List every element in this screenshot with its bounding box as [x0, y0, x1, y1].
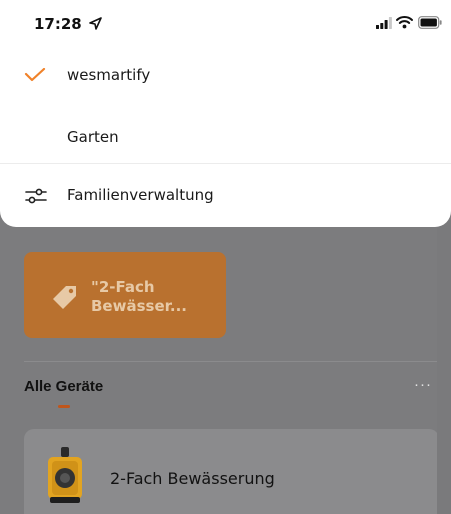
background-edge — [437, 220, 451, 514]
scene-label: "2-Fach Bewässer... — [91, 278, 187, 315]
tab-indicator — [58, 405, 70, 408]
home-switcher-sheet: 17:28 wesmartify Garten Familienverwaltu… — [0, 0, 451, 227]
more-icon[interactable]: ··· — [414, 376, 432, 393]
scene-card[interactable]: "2-Fach Bewässer... — [24, 252, 226, 338]
device-thumbnail — [48, 447, 82, 503]
location-arrow-icon — [89, 17, 102, 30]
home-item-garten[interactable]: Garten — [0, 112, 451, 162]
section-divider — [24, 361, 437, 362]
home-management-item[interactable]: Familienverwaltung — [0, 171, 451, 221]
sliders-icon — [25, 188, 47, 204]
status-time: 17:28 — [34, 15, 82, 33]
wifi-icon — [396, 16, 413, 29]
device-card[interactable]: 2-Fach Bewässerung — [24, 429, 439, 514]
signal-icon — [376, 17, 392, 29]
battery-icon — [418, 16, 442, 29]
status-bar: 17:28 — [0, 0, 451, 40]
device-name: 2-Fach Bewässerung — [110, 469, 275, 488]
check-icon — [24, 68, 46, 82]
home-item-wesmartify[interactable]: wesmartify — [0, 50, 451, 100]
home-item-label: Garten — [67, 128, 119, 146]
home-management-label: Familienverwaltung — [67, 186, 214, 204]
home-item-label: wesmartify — [67, 66, 151, 84]
tag-icon — [53, 286, 76, 309]
menu-divider — [0, 163, 451, 164]
devices-section-title[interactable]: Alle Geräte — [24, 378, 103, 395]
